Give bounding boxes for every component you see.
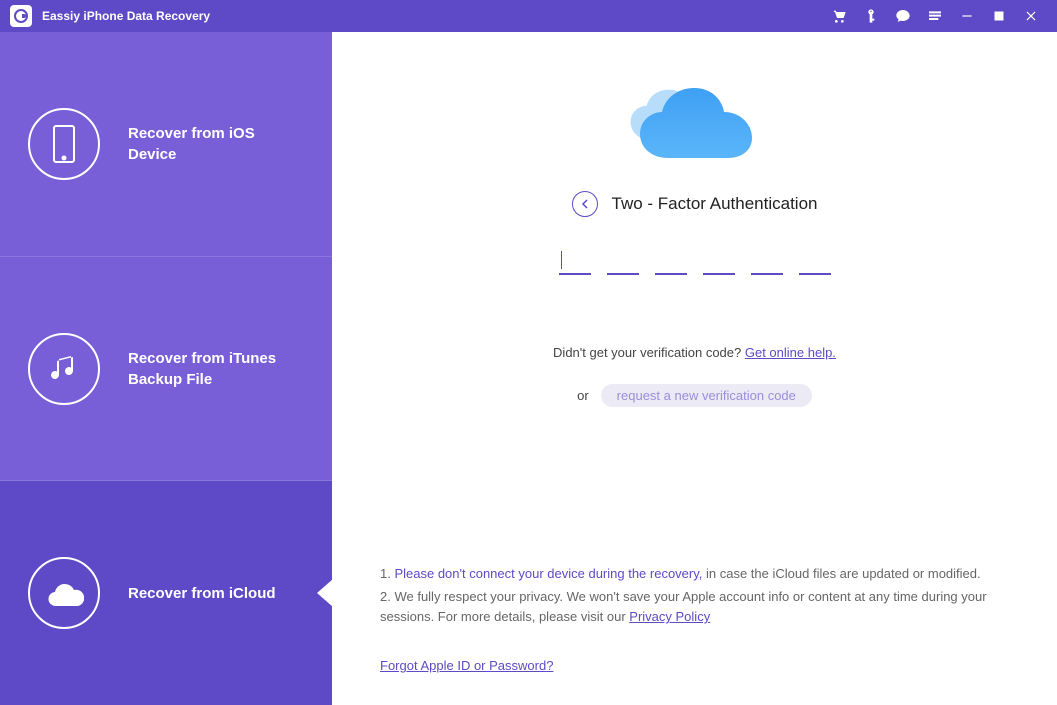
sidebar-item-label: Recover from iTunes Backup File: [128, 348, 276, 390]
close-icon[interactable]: [1021, 6, 1041, 26]
back-button[interactable]: [572, 191, 598, 217]
menu-icon[interactable]: [925, 6, 945, 26]
notes-section: 1. Please don't connect your device duri…: [380, 562, 1009, 677]
device-icon: [28, 108, 100, 180]
verification-code-inputs: [559, 247, 831, 275]
code-digit-3[interactable]: [655, 247, 687, 275]
sidebar-item-label: Recover from iOS Device: [128, 123, 255, 165]
title-bar: Eassiy iPhone Data Recovery: [0, 0, 1057, 32]
chat-icon[interactable]: [893, 6, 913, 26]
code-digit-1[interactable]: [559, 247, 591, 275]
music-icon: [28, 333, 100, 405]
online-help-link[interactable]: Get online help.: [745, 345, 836, 360]
page-heading: Two - Factor Authentication: [612, 194, 818, 214]
sidebar-item-label: Recover from iCloud: [128, 583, 276, 604]
cart-icon[interactable]: [829, 6, 849, 26]
sidebar: Recover from iOS Device Recover from iTu…: [0, 32, 332, 705]
help-text: Didn't get your verification code? Get o…: [553, 345, 836, 360]
icloud-large-icon: [620, 80, 770, 175]
content-pane: Two - Factor Authentication Didn't get y…: [332, 32, 1057, 705]
minimize-icon[interactable]: [957, 6, 977, 26]
sidebar-item-icloud[interactable]: Recover from iCloud: [0, 481, 332, 705]
sidebar-item-ios-device[interactable]: Recover from iOS Device: [0, 32, 332, 257]
code-digit-6[interactable]: [799, 247, 831, 275]
sidebar-item-itunes-backup[interactable]: Recover from iTunes Backup File: [0, 257, 332, 482]
help-prefix: Didn't get your verification code?: [553, 345, 745, 360]
code-digit-5[interactable]: [751, 247, 783, 275]
code-digit-2[interactable]: [607, 247, 639, 275]
cloud-icon: [28, 557, 100, 629]
forgot-apple-id-link[interactable]: Forgot Apple ID or Password?: [380, 656, 553, 677]
key-icon[interactable]: [861, 6, 881, 26]
note-1: 1. Please don't connect your device duri…: [380, 564, 1009, 585]
app-title: Eassiy iPhone Data Recovery: [42, 9, 210, 23]
code-digit-4[interactable]: [703, 247, 735, 275]
note-2: 2. We fully respect your privacy. We won…: [380, 587, 1009, 629]
main-area: Recover from iOS Device Recover from iTu…: [0, 32, 1057, 705]
maximize-icon[interactable]: [989, 6, 1009, 26]
request-code-button[interactable]: request a new verification code: [601, 384, 812, 407]
or-label: or: [577, 388, 589, 403]
app-logo: [10, 5, 32, 27]
privacy-policy-link[interactable]: Privacy Policy: [629, 609, 710, 624]
